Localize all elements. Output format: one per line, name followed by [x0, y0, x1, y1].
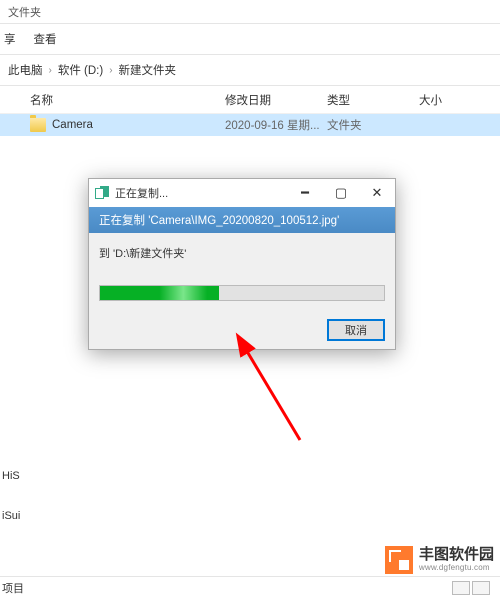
view-details-icon[interactable] — [452, 581, 470, 595]
watermark-sub: www.dgfengtu.com — [419, 564, 494, 573]
breadcrumb-drive[interactable]: 软件 (D:) — [58, 62, 103, 78]
close-button[interactable]: ✕ — [359, 179, 395, 207]
view-thumbnails-icon[interactable] — [472, 581, 490, 595]
chevron-right-icon: › — [49, 65, 52, 76]
status-bar: 项目 — [0, 576, 500, 598]
copy-dialog: 正在复制... ━ ▢ ✕ 正在复制 'Camera\IMG_20200820_… — [88, 178, 396, 350]
chevron-right-icon: › — [109, 65, 112, 76]
cancel-button[interactable]: 取消 — [327, 319, 385, 341]
table-row[interactable]: Camera 2020-09-16 星期... 文件夹 — [0, 114, 500, 136]
dialog-title: 正在复制... — [115, 185, 287, 201]
sidebar-item-1[interactable]: HiS — [0, 464, 34, 488]
file-list[interactable]: Camera 2020-09-16 星期... 文件夹 — [0, 114, 500, 136]
maximize-button[interactable]: ▢ — [323, 179, 359, 207]
sidebar-item-2[interactable]: iSui — [0, 504, 34, 528]
ribbon-bar: 享 查看 — [0, 24, 500, 54]
file-name: Camera — [52, 119, 225, 131]
watermark-logo-icon — [385, 546, 413, 574]
window-tab-label: 文件夹 — [0, 0, 500, 24]
breadcrumb[interactable]: 此电脑 › 软件 (D:) › 新建文件夹 — [0, 55, 500, 85]
ribbon-view[interactable]: 查看 — [34, 31, 57, 47]
col-header-type[interactable]: 类型 — [327, 92, 419, 108]
breadcrumb-root[interactable]: 此电脑 — [8, 62, 43, 78]
dialog-header-text: 正在复制 'Camera\IMG_20200820_100512.jpg' — [89, 207, 395, 233]
col-header-name[interactable]: 名称 — [30, 92, 225, 108]
col-header-date[interactable]: 修改日期 — [225, 92, 327, 108]
column-headers: 名称 修改日期 类型 大小 — [0, 86, 500, 114]
copy-icon — [95, 186, 110, 201]
file-type: 文件夹 — [327, 117, 419, 133]
progress-bar — [99, 285, 385, 301]
dialog-titlebar[interactable]: 正在复制... ━ ▢ ✕ — [89, 179, 395, 207]
dialog-dest-text: 到 'D:\新建文件夹' — [99, 245, 385, 261]
breadcrumb-folder[interactable]: 新建文件夹 — [119, 62, 177, 78]
file-date: 2020-09-16 星期... — [225, 117, 327, 133]
col-header-size[interactable]: 大小 — [419, 92, 479, 108]
folder-icon — [30, 118, 46, 132]
progress-fill — [100, 286, 219, 300]
minimize-button[interactable]: ━ — [287, 179, 323, 207]
status-text: 项目 — [2, 580, 24, 596]
watermark: 丰图软件园 www.dgfengtu.com — [385, 546, 494, 574]
ribbon-share[interactable]: 享 — [4, 31, 16, 47]
watermark-text: 丰图软件园 — [419, 547, 494, 564]
